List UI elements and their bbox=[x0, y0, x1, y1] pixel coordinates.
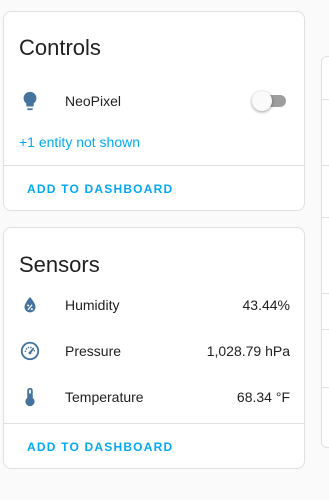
card-divider bbox=[4, 165, 304, 166]
entities-not-shown-link[interactable]: +1 entity not shown bbox=[19, 134, 140, 150]
sensor-value: 68.34 °F bbox=[236, 389, 290, 405]
adjacent-card-divider bbox=[322, 293, 329, 294]
neopixel-toggle[interactable] bbox=[252, 91, 286, 111]
gauge-icon bbox=[19, 340, 41, 362]
sensor-value: 1,028.79 hPa bbox=[206, 343, 290, 359]
lightbulb-icon bbox=[19, 90, 41, 112]
add-to-dashboard-button[interactable]: ADD TO DASHBOARD bbox=[27, 440, 173, 454]
toggle-thumb bbox=[252, 91, 272, 111]
adjacent-card-divider bbox=[322, 99, 329, 100]
water-percent-icon bbox=[19, 294, 41, 316]
adjacent-card-divider bbox=[322, 329, 329, 330]
sensor-value: 43.44% bbox=[242, 297, 290, 313]
entity-label: NeoPixel bbox=[65, 93, 122, 109]
sensor-row-temperature[interactable]: Temperature 68.34 °F bbox=[4, 382, 304, 412]
thermometer-icon bbox=[19, 386, 41, 408]
entity-row-neopixel[interactable]: NeoPixel bbox=[4, 86, 304, 116]
controls-card-title: Controls bbox=[19, 35, 101, 60]
add-to-dashboard-button[interactable]: ADD TO DASHBOARD bbox=[27, 182, 173, 196]
page: Controls NeoPixel +1 entity not shown AD… bbox=[0, 0, 329, 500]
sensor-label: Humidity bbox=[65, 297, 120, 313]
card-divider bbox=[4, 423, 304, 424]
sensor-label: Temperature bbox=[65, 389, 144, 405]
sensor-row-pressure[interactable]: Pressure 1,028.79 hPa bbox=[4, 336, 304, 366]
sensors-card: Sensors Humidity 43.44% Pressure 1,028.7… bbox=[3, 227, 305, 469]
controls-card: Controls NeoPixel +1 entity not shown AD… bbox=[3, 11, 305, 211]
adjacent-card-divider bbox=[322, 387, 329, 388]
sensor-label: Pressure bbox=[65, 343, 122, 359]
sensors-card-title: Sensors bbox=[19, 252, 100, 277]
adjacent-card-divider bbox=[322, 165, 329, 166]
sensor-row-humidity[interactable]: Humidity 43.44% bbox=[4, 290, 304, 320]
adjacent-card-divider bbox=[322, 217, 329, 218]
adjacent-card-edge bbox=[321, 56, 329, 448]
